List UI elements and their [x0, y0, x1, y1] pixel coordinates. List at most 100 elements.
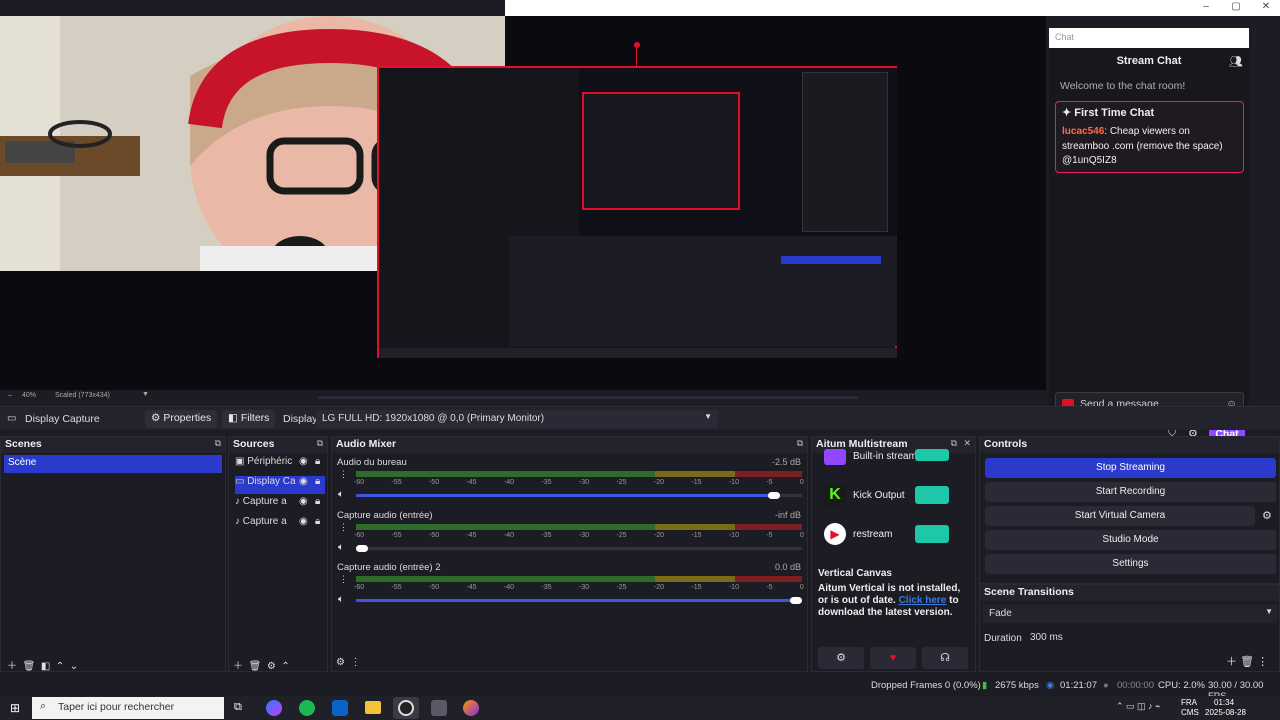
obs-taskbar-icon[interactable]: [393, 697, 419, 719]
volume-slider-knob[interactable]: [356, 545, 368, 552]
zoom-minus-icon[interactable]: –: [8, 392, 12, 399]
discord-icon[interactable]: ☊: [922, 647, 968, 669]
channel-menu-icon[interactable]: ⋮: [339, 522, 348, 533]
preview-canvas[interactable]: [0, 16, 1046, 390]
display-capture-frame[interactable]: [377, 66, 897, 358]
volume-slider-fill[interactable]: [356, 599, 802, 602]
start-virtual-camera-button[interactable]: Start Virtual Camera: [985, 506, 1255, 526]
transition-select[interactable]: Fade ▼: [983, 605, 1277, 623]
source-item[interactable]: ♪ Capture a ◉ 🔒︎: [235, 496, 325, 514]
move-up-icon[interactable]: ⌃: [281, 661, 289, 672]
output-toggle[interactable]: [915, 449, 949, 461]
windows-start-icon[interactable]: ⊞: [10, 701, 20, 715]
task-view-icon[interactable]: ⧉: [234, 701, 242, 714]
preview-scrollbar[interactable]: [318, 396, 858, 399]
output-name: Kick Output: [853, 490, 905, 501]
volume-meter: [356, 471, 802, 477]
virtual-camera-settings-icon[interactable]: ⚙: [1262, 509, 1272, 522]
filter-scene-icon[interactable]: ◧: [41, 661, 50, 672]
display-select[interactable]: LG FULL HD: 1920x1080 @ 0,0 (Primary Mon…: [316, 410, 718, 428]
settings-button[interactable]: Settings: [985, 554, 1276, 574]
volume-track[interactable]: [356, 547, 802, 550]
language-code-2[interactable]: CMS: [1181, 708, 1199, 717]
multistream-dock: Aitum Multistream ⧉ ✕ Built-in stream K …: [811, 436, 976, 672]
meter-tick-label: -45: [466, 479, 477, 486]
app-icon[interactable]: [431, 700, 447, 716]
move-up-icon[interactable]: ⌃: [56, 661, 64, 672]
move-down-icon[interactable]: ⌄: [70, 661, 78, 672]
lock-icon[interactable]: 🔒︎: [315, 476, 320, 487]
multistream-settings-icon[interactable]: ⚙: [818, 647, 864, 669]
filters-button[interactable]: ◧ Filters: [222, 410, 276, 428]
start-recording-button[interactable]: Start Recording: [985, 482, 1276, 502]
clock-time[interactable]: 01:34: [1214, 698, 1234, 707]
scene-item[interactable]: Scène: [4, 455, 222, 473]
record-icon: ●: [1103, 680, 1109, 691]
transition-menu-icon[interactable]: ⋮: [1257, 656, 1268, 668]
volume-slider-fill[interactable]: [356, 494, 780, 497]
dock-float-icon[interactable]: ⧉: [951, 438, 957, 449]
speaker-icon[interactable]: 🔈︎: [338, 594, 344, 605]
close-window-button[interactable]: ✕: [1251, 0, 1280, 16]
remove-transition-icon[interactable]: 🗑︎: [1240, 656, 1254, 668]
mixer-menu-icon[interactable]: ⋮: [351, 657, 361, 668]
remove-scene-icon[interactable]: 🗑︎: [23, 661, 36, 672]
speaker-icon[interactable]: 🔈︎: [338, 489, 344, 500]
minimize-button[interactable]: –: [1191, 0, 1221, 16]
dock-float-icon[interactable]: ⧉: [215, 438, 221, 449]
channel-menu-icon[interactable]: ⋮: [339, 574, 348, 585]
add-source-icon[interactable]: ＋: [233, 661, 243, 672]
source-item[interactable]: ▣ Périphéric ◉ 🔒︎: [235, 456, 325, 474]
stop-streaming-button[interactable]: Stop Streaming: [985, 458, 1276, 478]
mixer-settings-icon[interactable]: ⚙: [336, 657, 345, 668]
tray-icons[interactable]: ⌃ ▭ ◫ ♪ ⌁: [1116, 701, 1160, 712]
file-explorer-icon[interactable]: [365, 701, 381, 714]
eye-icon[interactable]: ◉: [299, 516, 308, 527]
source-properties-icon[interactable]: ⚙: [267, 661, 276, 672]
volume-slider-knob[interactable]: [768, 492, 780, 499]
zoom-dropdown-icon[interactable]: ▼: [142, 391, 149, 398]
output-toggle[interactable]: [915, 525, 949, 543]
source-item[interactable]: ♪ Capture a ◉ 🔒︎: [235, 516, 325, 534]
handle-top[interactable]: [634, 42, 640, 48]
mic-icon: ♪: [235, 516, 243, 527]
meter-tick-label: -10: [728, 532, 739, 539]
taskbar-search-input[interactable]: ⌕ Taper ici pour rechercher: [32, 697, 224, 719]
dock-float-icon[interactable]: ⧉: [317, 438, 323, 449]
users-icon[interactable]: 👥︎: [1229, 55, 1243, 68]
dock-close-icon[interactable]: ✕: [963, 438, 971, 449]
properties-button[interactable]: ⚙ Properties: [145, 410, 218, 428]
spotify-icon[interactable]: [299, 700, 315, 716]
lock-icon[interactable]: 🔒︎: [315, 516, 320, 527]
add-transition-icon[interactable]: ＋: [1226, 656, 1237, 668]
dock-float-icon[interactable]: ⧉: [797, 438, 803, 449]
preview-zoom-bar: – 40% Scaled (773x434) ▼: [0, 390, 1046, 404]
copilot-icon[interactable]: [266, 700, 282, 716]
meter-tick-label: -20: [653, 584, 664, 591]
source-item[interactable]: ▭ Display Ca ◉ 🔒︎: [235, 476, 325, 494]
outlook-icon[interactable]: [332, 700, 348, 716]
eye-icon[interactable]: ◉: [299, 456, 308, 467]
studio-mode-button[interactable]: Studio Mode: [985, 530, 1276, 550]
language-code[interactable]: FRA: [1181, 698, 1197, 707]
clock-date[interactable]: 2025-08-28: [1205, 708, 1246, 717]
eye-icon[interactable]: ◉: [299, 476, 308, 487]
duration-input[interactable]: 300 ms: [1026, 629, 1276, 647]
chat-username[interactable]: lucac546: [1062, 126, 1104, 137]
chat-search-input[interactable]: Chat: [1049, 28, 1249, 48]
maximize-button[interactable]: ▢: [1221, 0, 1251, 16]
lock-icon[interactable]: 🔒︎: [315, 496, 320, 507]
lock-icon[interactable]: 🔒︎: [315, 456, 320, 467]
add-scene-icon[interactable]: ＋: [7, 661, 17, 672]
heart-icon[interactable]: ♥: [870, 647, 916, 669]
channel-menu-icon[interactable]: ⋮: [339, 469, 348, 480]
meter-tick-label: -35: [541, 584, 552, 591]
remove-source-icon[interactable]: 🗑︎: [249, 661, 262, 672]
speaker-icon[interactable]: 🔈︎: [338, 542, 344, 553]
eye-icon[interactable]: ◉: [299, 496, 308, 507]
twitch-icon: [824, 449, 846, 465]
firefox-icon[interactable]: [463, 700, 479, 716]
volume-slider-knob[interactable]: [790, 597, 802, 604]
download-link[interactable]: Click here: [899, 595, 947, 606]
output-toggle[interactable]: [915, 486, 949, 504]
